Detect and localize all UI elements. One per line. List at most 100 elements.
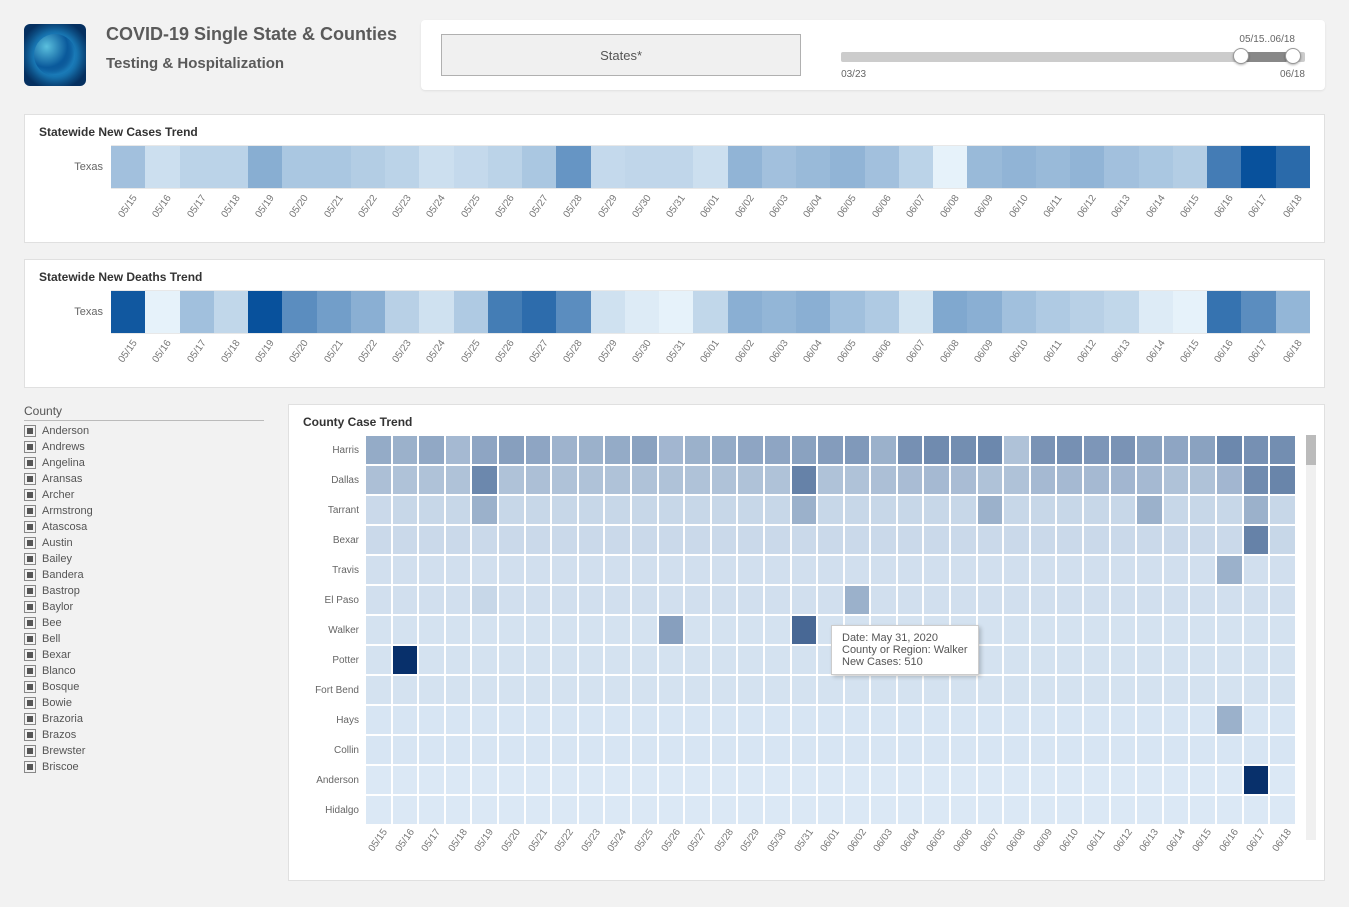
county-cell[interactable] [578,645,605,675]
county-cell[interactable] [844,795,871,825]
county-cell[interactable] [1216,735,1243,765]
county-cell[interactable] [1056,435,1083,465]
county-cell[interactable] [1083,645,1110,675]
county-cell[interactable] [1163,765,1190,795]
county-cell[interactable] [791,645,818,675]
checkbox-icon[interactable] [24,633,36,645]
county-cell[interactable] [1030,675,1057,705]
county-filter-item[interactable]: Blanco [24,663,264,679]
county-cell[interactable] [498,705,525,735]
heat-cell[interactable] [762,291,796,333]
county-cell[interactable] [817,705,844,735]
county-cell[interactable] [392,585,419,615]
county-filter-item[interactable]: Brazoria [24,711,264,727]
county-cell[interactable] [764,645,791,675]
county-cell[interactable] [658,765,685,795]
county-cell[interactable] [1163,795,1190,825]
county-cell[interactable] [817,795,844,825]
county-filter-item[interactable]: Bailey [24,551,264,567]
county-cell[interactable] [923,765,950,795]
county-cell[interactable] [817,765,844,795]
county-cell[interactable] [764,795,791,825]
heat-cell[interactable] [1139,146,1173,188]
heat-cell[interactable] [351,146,385,188]
county-cell[interactable] [1083,795,1110,825]
county-cell[interactable] [418,585,445,615]
heat-cell[interactable] [899,291,933,333]
county-cell[interactable] [1243,795,1270,825]
heat-cell[interactable] [1002,291,1036,333]
county-cell[interactable] [950,765,977,795]
county-cell[interactable] [950,795,977,825]
county-cell[interactable] [711,585,738,615]
county-cell[interactable] [817,735,844,765]
county-cell[interactable] [631,465,658,495]
heat-cell[interactable] [591,291,625,333]
county-cell[interactable] [817,495,844,525]
county-cell[interactable] [923,495,950,525]
county-cell[interactable] [445,495,472,525]
county-cell[interactable] [1083,465,1110,495]
county-cell[interactable] [1136,615,1163,645]
checkbox-icon[interactable] [24,697,36,709]
county-cell[interactable] [897,795,924,825]
county-cell[interactable] [1003,705,1030,735]
county-cell[interactable] [631,585,658,615]
county-filter-item[interactable]: Austin [24,535,264,551]
county-cell[interactable] [1110,735,1137,765]
checkbox-icon[interactable] [24,537,36,549]
county-cell[interactable] [684,465,711,495]
county-cell[interactable] [631,615,658,645]
county-cell[interactable] [1136,735,1163,765]
heat-cell[interactable] [214,146,248,188]
county-cell[interactable] [1083,675,1110,705]
heat-cell[interactable] [796,291,830,333]
county-cell[interactable] [737,615,764,645]
county-cell[interactable] [870,795,897,825]
county-cell[interactable] [1083,495,1110,525]
county-cell[interactable] [1003,645,1030,675]
heat-cell[interactable] [865,146,899,188]
heat-cell[interactable] [111,146,145,188]
county-cell[interactable] [1056,585,1083,615]
county-cell[interactable] [1136,765,1163,795]
statewide-cases-heatmap[interactable]: Texas05/1505/1605/1705/1805/1905/2005/21… [25,145,1324,242]
county-cell[interactable] [1056,735,1083,765]
county-cell[interactable] [791,615,818,645]
county-cell[interactable] [392,765,419,795]
county-cell[interactable] [1083,435,1110,465]
county-cell[interactable] [578,615,605,645]
county-cell[interactable] [525,705,552,735]
county-cell[interactable] [1056,525,1083,555]
heat-cell[interactable] [659,146,693,188]
county-cell[interactable] [1216,465,1243,495]
county-cell[interactable] [684,645,711,675]
county-cell[interactable] [737,495,764,525]
county-cell[interactable] [498,675,525,705]
county-cell[interactable] [1110,765,1137,795]
county-cell[interactable] [392,705,419,735]
county-cell[interactable] [365,705,392,735]
heat-cell[interactable] [899,146,933,188]
county-cell[interactable] [1243,735,1270,765]
heat-cell[interactable] [488,146,522,188]
county-cell[interactable] [764,615,791,645]
county-cell[interactable] [684,555,711,585]
county-cell[interactable] [1110,585,1137,615]
county-cell[interactable] [870,465,897,495]
heat-cell[interactable] [454,291,488,333]
county-cell[interactable] [1136,705,1163,735]
county-cell[interactable] [1216,615,1243,645]
county-cell[interactable] [471,705,498,735]
county-cell[interactable] [525,795,552,825]
county-cell[interactable] [1216,585,1243,615]
heat-cell[interactable] [728,146,762,188]
county-cell[interactable] [1243,585,1270,615]
county-cell[interactable] [1056,705,1083,735]
county-filter-item[interactable]: Atascosa [24,519,264,535]
county-cell[interactable] [631,555,658,585]
county-cell[interactable] [1163,495,1190,525]
county-cell[interactable] [1003,615,1030,645]
county-cell[interactable] [791,585,818,615]
heat-cell[interactable] [1173,291,1207,333]
